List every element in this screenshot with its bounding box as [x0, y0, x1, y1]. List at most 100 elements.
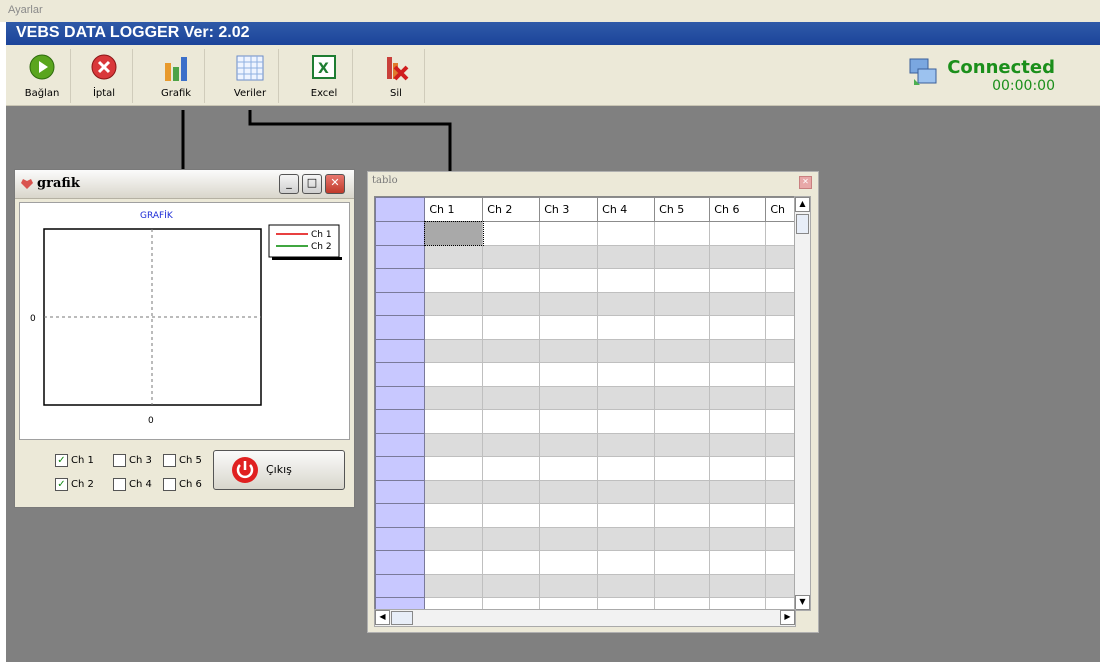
corner-cell[interactable]: [375, 197, 426, 222]
table-cell[interactable]: [709, 479, 767, 504]
vertical-scrollbar[interactable]: ▲ ▼: [794, 196, 811, 611]
table-cell[interactable]: [709, 526, 767, 551]
col-header-ch2[interactable]: Ch 2: [482, 197, 541, 222]
table-cell[interactable]: [482, 573, 541, 598]
table-cell[interactable]: [424, 503, 484, 528]
row-header[interactable]: [375, 362, 426, 387]
horizontal-scrollbar[interactable]: ◀ ▶: [374, 609, 796, 627]
table-cell[interactable]: [709, 409, 767, 434]
row-header[interactable]: [375, 315, 426, 340]
scroll-down-icon[interactable]: ▼: [795, 595, 810, 610]
checkbox-box[interactable]: [113, 454, 126, 467]
table-cell[interactable]: [424, 409, 484, 434]
table-cell[interactable]: [539, 503, 599, 528]
table-cell[interactable]: [765, 409, 795, 434]
table-cell[interactable]: [765, 221, 795, 246]
checkbox-box[interactable]: ✓: [55, 454, 68, 467]
table-cell[interactable]: [424, 291, 484, 316]
checkbox-ch6[interactable]: Ch 6: [163, 478, 202, 491]
table-cell[interactable]: [709, 456, 767, 481]
col-header-ch7[interactable]: Ch: [765, 197, 795, 222]
checkbox-ch4[interactable]: Ch 4: [113, 478, 152, 491]
table-cell[interactable]: [597, 362, 656, 387]
table-cell[interactable]: [765, 362, 795, 387]
table-cell[interactable]: [424, 385, 484, 410]
table-cell[interactable]: [709, 432, 767, 457]
scroll-up-icon[interactable]: ▲: [795, 197, 810, 212]
table-cell[interactable]: [654, 526, 711, 551]
scroll-right-icon[interactable]: ▶: [780, 610, 795, 625]
table-cell[interactable]: [539, 526, 599, 551]
table-cell[interactable]: [539, 291, 599, 316]
table-cell[interactable]: [654, 291, 711, 316]
row-header[interactable]: [375, 526, 426, 551]
table-cell[interactable]: [424, 456, 484, 481]
table-cell[interactable]: [765, 315, 795, 340]
table-cell[interactable]: [654, 244, 711, 269]
table-cell[interactable]: [654, 221, 711, 246]
table-cell[interactable]: [482, 362, 541, 387]
table-cell[interactable]: [597, 338, 656, 363]
row-header[interactable]: [375, 291, 426, 316]
row-header[interactable]: [375, 221, 426, 246]
table-cell[interactable]: [654, 573, 711, 598]
table-cell[interactable]: [654, 315, 711, 340]
table-cell[interactable]: [709, 385, 767, 410]
maximize-button[interactable]: □: [302, 174, 322, 194]
table-cell[interactable]: [709, 550, 767, 575]
table-cell[interactable]: [765, 456, 795, 481]
col-header-ch5[interactable]: Ch 5: [654, 197, 711, 222]
table-cell[interactable]: [765, 526, 795, 551]
table-cell[interactable]: [482, 432, 541, 457]
table-cell[interactable]: [709, 338, 767, 363]
row-header[interactable]: [375, 479, 426, 504]
table-cell[interactable]: [424, 479, 484, 504]
checkbox-box[interactable]: [113, 478, 126, 491]
table-cell[interactable]: [654, 385, 711, 410]
table-cell[interactable]: [482, 291, 541, 316]
table-cell[interactable]: [539, 268, 599, 293]
row-header[interactable]: [375, 432, 426, 457]
table-cell[interactable]: [597, 456, 656, 481]
table-cell[interactable]: [482, 385, 541, 410]
scroll-left-icon[interactable]: ◀: [375, 610, 390, 625]
table-cell[interactable]: [424, 315, 484, 340]
table-cell[interactable]: [709, 503, 767, 528]
table-cell[interactable]: [597, 503, 656, 528]
checkbox-box[interactable]: [163, 478, 176, 491]
table-cell[interactable]: [765, 385, 795, 410]
checkbox-box[interactable]: [163, 454, 176, 467]
checkbox-ch3[interactable]: Ch 3: [113, 454, 152, 467]
table-cell[interactable]: [539, 221, 599, 246]
close-button[interactable]: ✕: [325, 174, 345, 194]
table-cell[interactable]: [765, 338, 795, 363]
table-cell[interactable]: [654, 550, 711, 575]
table-cell[interactable]: [597, 479, 656, 504]
scroll-thumb[interactable]: [796, 214, 809, 234]
table-cell[interactable]: [424, 432, 484, 457]
table-cell[interactable]: [654, 338, 711, 363]
table-cell[interactable]: [539, 409, 599, 434]
table-cell[interactable]: [765, 479, 795, 504]
table-cell[interactable]: [654, 432, 711, 457]
table-cell[interactable]: [539, 385, 599, 410]
col-header-ch6[interactable]: Ch 6: [709, 197, 767, 222]
table-cell[interactable]: [539, 315, 599, 340]
table-cell[interactable]: [709, 244, 767, 269]
table-cell[interactable]: [597, 526, 656, 551]
row-header[interactable]: [375, 338, 426, 363]
table-cell[interactable]: [654, 362, 711, 387]
table-cell[interactable]: [539, 244, 599, 269]
row-header[interactable]: [375, 573, 426, 598]
exit-button[interactable]: Çıkış: [213, 450, 345, 490]
tablo-titlebar[interactable]: tablo ✕: [368, 172, 818, 192]
row-header[interactable]: [375, 244, 426, 269]
table-cell[interactable]: [424, 573, 484, 598]
table-cell[interactable]: [765, 291, 795, 316]
table-cell[interactable]: [539, 362, 599, 387]
table-cell[interactable]: [539, 456, 599, 481]
table-cell[interactable]: [654, 456, 711, 481]
table-cell[interactable]: [709, 315, 767, 340]
checkbox-ch5[interactable]: Ch 5: [163, 454, 202, 467]
table-cell[interactable]: [597, 244, 656, 269]
